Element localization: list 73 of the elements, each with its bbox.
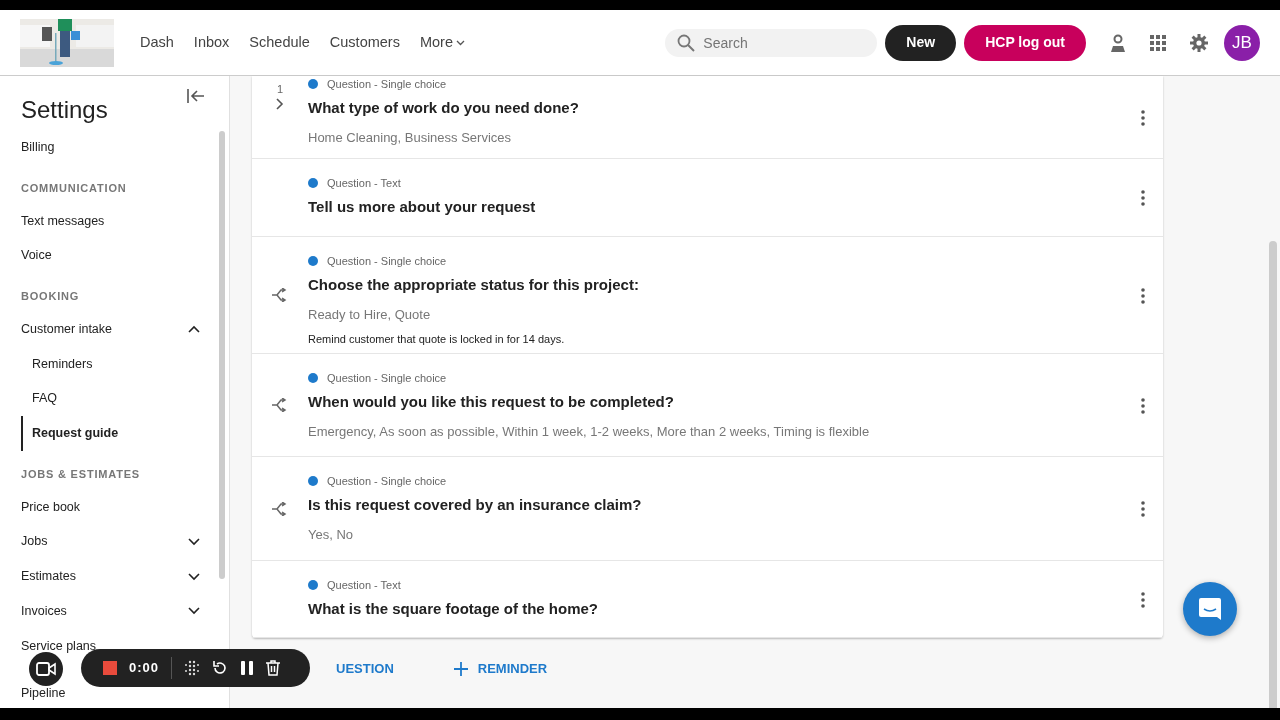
sidebar-item[interactable]: Invoices [21,593,218,629]
stop-icon [103,661,117,675]
answer-options: Ready to Hire, Quote [308,305,1133,325]
status-dot [308,79,318,90]
section-heading: COMMUNICATION [21,180,128,196]
section-heading: JOBS & ESTIMATES [21,467,141,483]
question-type: Question - Single choice [327,254,447,269]
scrollbar[interactable] [219,131,225,579]
status-dot [308,476,318,487]
grid-dots-icon[interactable] [184,660,201,676]
chevron-right-icon[interactable] [276,97,284,110]
sidebar-item[interactable]: Voice [21,238,218,274]
chevron-down-icon[interactable] [188,572,200,581]
nav-tab[interactable]: Schedule [239,31,320,54]
sidebar-title: Settings [21,95,108,125]
scrollbar[interactable] [1269,241,1277,708]
chevron-down-icon[interactable] [188,537,200,546]
sidebar-item[interactable]: Billing [21,130,218,165]
search-icon [677,33,696,52]
question-type: Question - Single choice [327,371,447,386]
logout-button[interactable]: HCP log out [964,24,1086,61]
collapse-sidebar-icon[interactable] [187,89,205,103]
question-type: Question - Text [327,578,401,593]
nav-tab[interactable]: Inbox [183,31,240,54]
question-note: Remind customer that quote is locked in for 14 days. [308,331,566,347]
question-title: What is the square footage of the home? [308,598,600,619]
sidebar-item[interactable]: Pipeline [21,676,218,708]
video-camera-icon [36,662,56,676]
sidebar-item[interactable]: Request guide [21,416,137,451]
branch-icon [272,501,288,516]
nav-tab[interactable]: Customers [319,31,410,54]
avatar[interactable]: JB [1224,24,1260,61]
branch-icon [272,398,288,412]
section-heading: BOOKING [21,289,81,305]
sidebar-item[interactable]: Text messages [21,203,218,239]
question-title: Choose the appropriate status for this project: [308,274,640,295]
status-dot [308,373,318,384]
status-dot [308,178,318,189]
answer-options: Emergency, As soon as possible, Within 1 week, 1-2 weeks, More than 2 weeks, Timing is flexible [308,422,1133,442]
question-type: Question - Single choice [327,474,447,489]
question-type: Question - Text [327,176,401,191]
status-dot [308,580,318,591]
pause-icon[interactable] [240,660,255,676]
branch-icon [272,288,288,302]
map-pin-icon[interactable] [1110,33,1126,52]
question-type: Question - Single choice [327,77,447,92]
question-title: Is this request covered by an insurance claim? [308,494,643,515]
delete-icon[interactable] [266,660,281,676]
question-title: What type of work do you need done? [308,97,580,118]
sidebar-item[interactable]: Customer intake [21,312,218,347]
nav-tab[interactable]: More [409,31,475,54]
answer-options: Home Cleaning, Business Services [308,128,1133,148]
sidebar-item[interactable]: Reminders [21,346,111,382]
sidebar-item[interactable]: Estimates [21,559,218,594]
apps-grid-icon[interactable] [1150,34,1166,51]
settings-icon[interactable] [1190,33,1208,52]
nav-tab[interactable]: Dash [130,31,184,54]
search-field[interactable]: Search [665,28,878,57]
add-button[interactable]: UESTION [330,658,400,680]
sidebar-item[interactable]: Price book [21,489,218,525]
new-button[interactable]: New [885,24,957,61]
answer-options: Yes, No [308,525,1133,545]
add-button[interactable]: REMINDER [447,658,554,680]
status-dot [308,256,318,267]
sidebar-item[interactable]: Jobs [21,524,218,560]
chevron-down-icon[interactable] [188,607,200,616]
question-title: When would you like this request to be completed? [308,391,675,412]
chat-icon [1197,596,1223,622]
question-number: 1 [276,82,284,97]
question-title: Tell us more about your request [308,196,537,217]
chevron-up-icon[interactable] [188,325,200,334]
sidebar-item[interactable]: FAQ [21,381,75,417]
restart-icon[interactable] [212,660,229,676]
